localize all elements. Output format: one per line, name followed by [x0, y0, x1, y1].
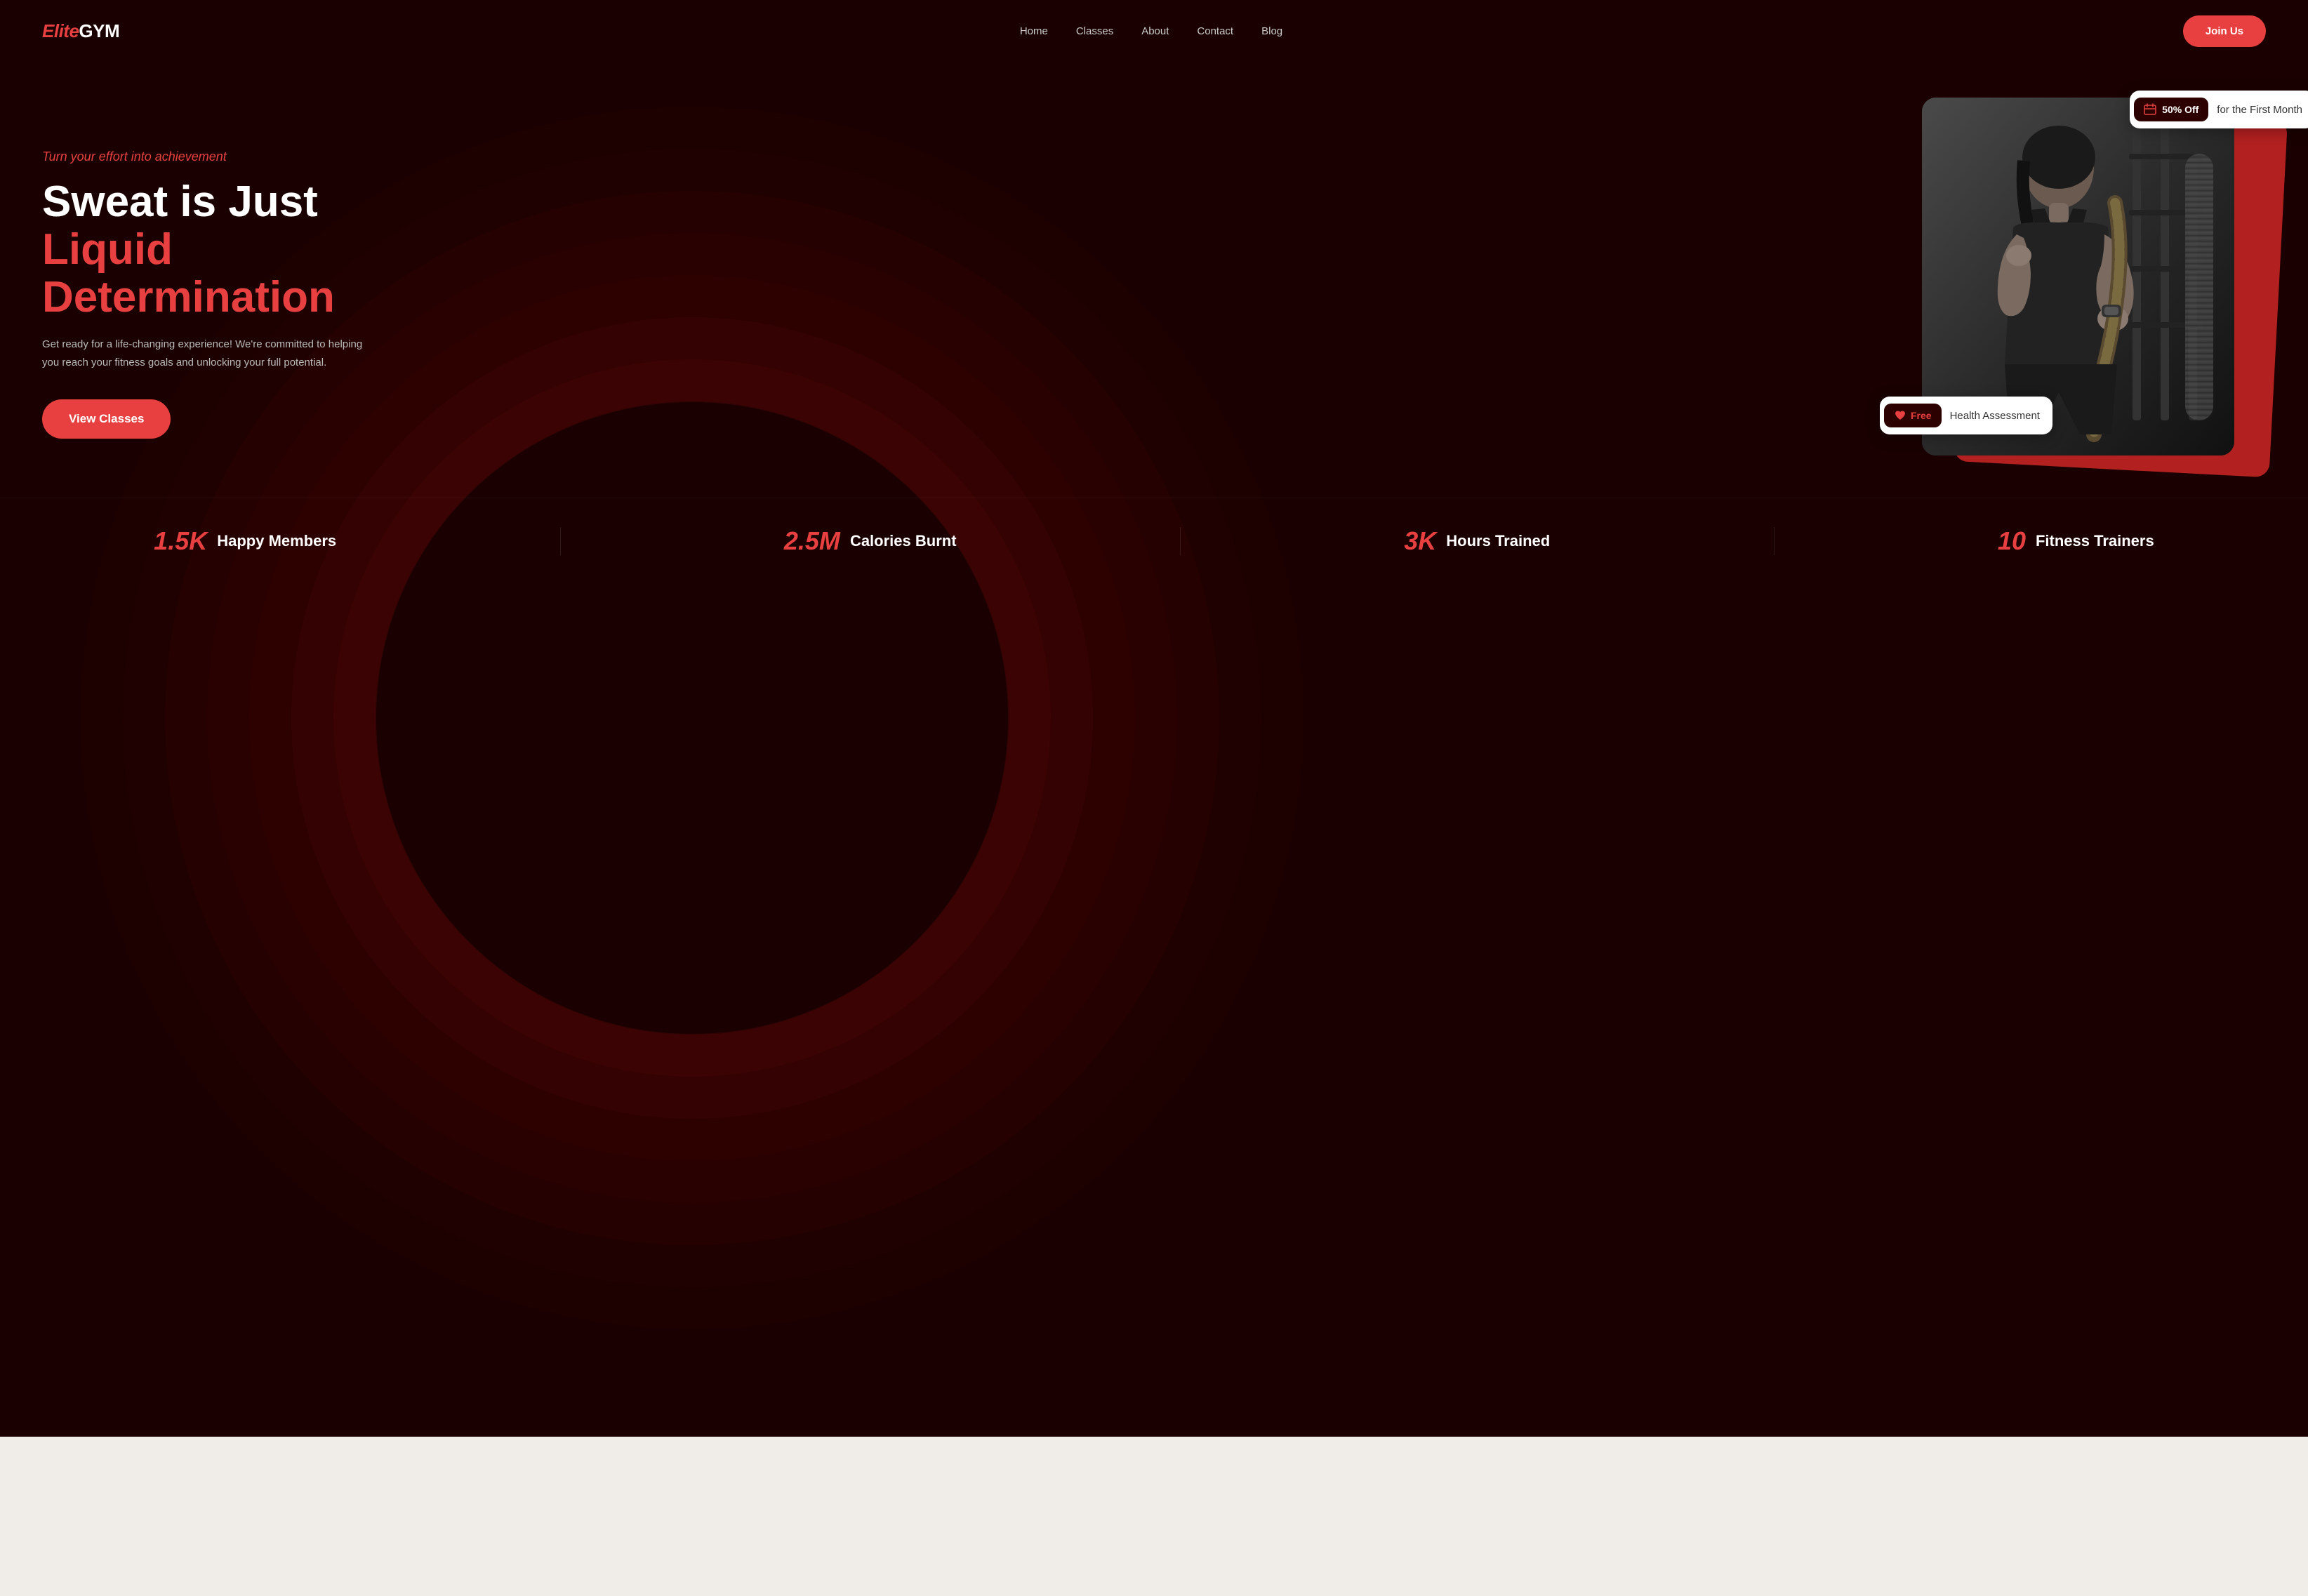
discount-text: for the First Month	[2217, 104, 2302, 116]
hero-section: EliteGYM Home Classes About Contact Blog…	[0, 0, 2308, 1437]
nav-links: Home Classes About Contact Blog	[1020, 25, 1282, 38]
stat-number-trainers: 10	[1998, 526, 2026, 556]
discount-tag: 50% Off	[2134, 98, 2208, 121]
calendar-icon	[2144, 103, 2156, 116]
hero-title: Sweat is Just Liquid Determination	[42, 178, 421, 322]
stat-number-calories: 2.5M	[784, 526, 840, 556]
nav-contact[interactable]: Contact	[1197, 25, 1233, 37]
stat-hours: 3K Hours Trained	[1404, 526, 1550, 556]
hero-image-area: 50% Off for the First Month Free Health …	[1901, 98, 2266, 491]
stat-calories: 2.5M Calories Burnt	[784, 526, 957, 556]
hero-description: Get ready for a life-changing experience…	[42, 335, 365, 371]
logo: EliteGYM	[42, 20, 119, 42]
stat-label-hours: Hours Trained	[1446, 532, 1550, 550]
stat-number-hours: 3K	[1404, 526, 1436, 556]
nav-home[interactable]: Home	[1020, 25, 1048, 37]
stat-label-trainers: Fitness Trainers	[2036, 532, 2154, 550]
discount-percent: 50% Off	[2162, 104, 2198, 115]
bottom-beige-area	[0, 1437, 2308, 1479]
stat-label-calories: Calories Burnt	[850, 532, 957, 550]
discount-badge: 50% Off for the First Month	[2130, 91, 2308, 128]
heart-icon	[1894, 409, 1906, 422]
join-us-button[interactable]: Join Us	[2183, 15, 2266, 47]
stat-divider-3	[1774, 527, 1775, 555]
hero-title-line2: Liquid Determination	[42, 225, 335, 321]
logo-elite: Elite	[42, 20, 79, 41]
nav-classes[interactable]: Classes	[1076, 25, 1113, 37]
hero-text: Turn your effort into achievement Sweat …	[42, 149, 421, 439]
hero-subtitle: Turn your effort into achievement	[42, 149, 421, 164]
free-label: Free	[1911, 410, 1932, 421]
logo-gym: GYM	[79, 20, 119, 41]
stat-number-members: 1.5K	[154, 526, 207, 556]
nav-blog[interactable]: Blog	[1261, 25, 1282, 37]
view-classes-button[interactable]: View Classes	[42, 399, 171, 439]
stat-divider-2	[1180, 527, 1181, 555]
health-badge: Free Health Assessment	[1880, 397, 2052, 434]
stats-bar: 1.5K Happy Members 2.5M Calories Burnt 3…	[0, 498, 2308, 584]
stat-happy-members: 1.5K Happy Members	[154, 526, 336, 556]
hero-title-line1: Sweat is Just	[42, 178, 318, 226]
stat-divider-1	[560, 527, 561, 555]
hero-content: Turn your effort into achievement Sweat …	[0, 62, 2308, 498]
nav-about[interactable]: About	[1141, 25, 1169, 37]
navbar: EliteGYM Home Classes About Contact Blog…	[0, 0, 2308, 62]
stat-trainers: 10 Fitness Trainers	[1998, 526, 2154, 556]
health-text: Health Assessment	[1950, 410, 2040, 422]
health-tag: Free	[1884, 404, 1942, 427]
stat-label-members: Happy Members	[217, 532, 336, 550]
